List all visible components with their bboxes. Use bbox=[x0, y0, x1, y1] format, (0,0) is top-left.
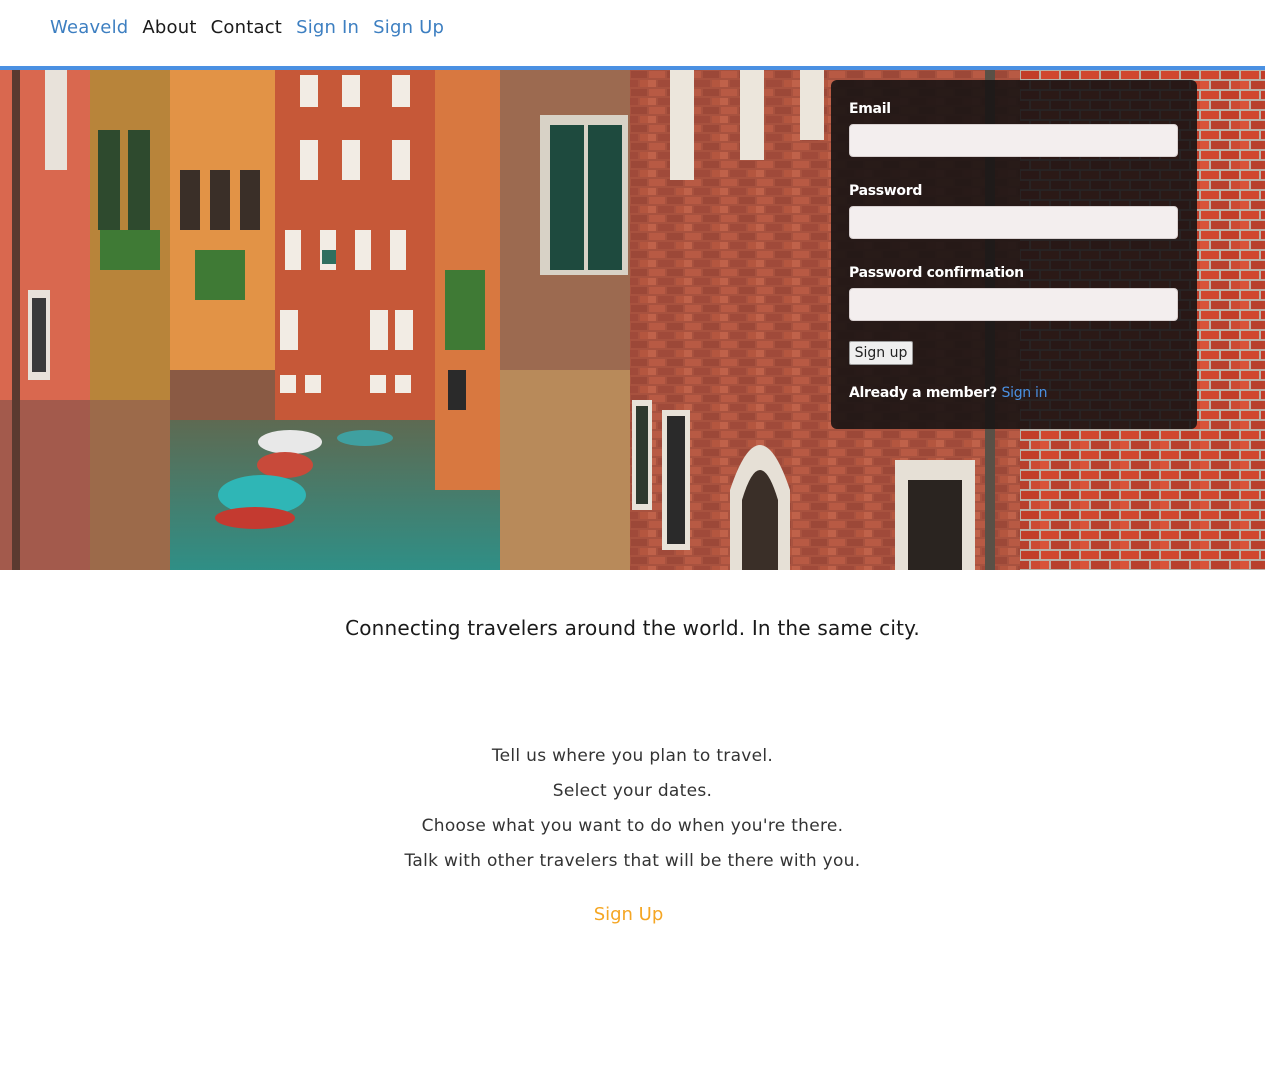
step-item: Choose what you want to do when you're t… bbox=[421, 816, 844, 836]
email-label: Email bbox=[849, 101, 891, 117]
tagline: Connecting travelers around the world. I… bbox=[345, 616, 920, 640]
panel-sign-in-link[interactable]: Sign in bbox=[1002, 385, 1048, 401]
nav-sign-up-link[interactable]: Sign Up bbox=[373, 17, 444, 38]
password-label: Password bbox=[849, 183, 923, 199]
nav-contact-link[interactable]: Contact bbox=[211, 17, 282, 38]
nav-about-link[interactable]: About bbox=[142, 17, 196, 38]
signup-form-panel: Email Password Password confirmation Sig… bbox=[831, 80, 1197, 429]
nav-sign-in-link[interactable]: Sign In bbox=[296, 17, 359, 38]
email-field[interactable] bbox=[849, 124, 1178, 157]
step-item: Select your dates. bbox=[552, 781, 713, 801]
nav-links: Weaveld About Contact Sign In Sign Up bbox=[50, 17, 444, 38]
password-confirmation-label: Password confirmation bbox=[849, 265, 1024, 281]
top-navbar: Weaveld About Contact Sign In Sign Up bbox=[0, 0, 1265, 66]
password-confirmation-field[interactable] bbox=[849, 288, 1178, 321]
already-member-line: Already a member? Sign in bbox=[849, 385, 1178, 401]
cta-sign-up-link[interactable]: Sign Up bbox=[0, 904, 1257, 925]
sign-up-submit-button[interactable]: Sign up bbox=[849, 341, 913, 365]
password-field[interactable] bbox=[849, 206, 1178, 239]
step-item: Tell us where you plan to travel. bbox=[491, 746, 774, 766]
brand-link[interactable]: Weaveld bbox=[50, 17, 128, 38]
step-item: Talk with other travelers that will be t… bbox=[404, 851, 861, 871]
member-prompt-text: Already a member? bbox=[849, 385, 997, 401]
how-it-works-steps: Tell us where you plan to travel. Select… bbox=[0, 744, 1265, 884]
